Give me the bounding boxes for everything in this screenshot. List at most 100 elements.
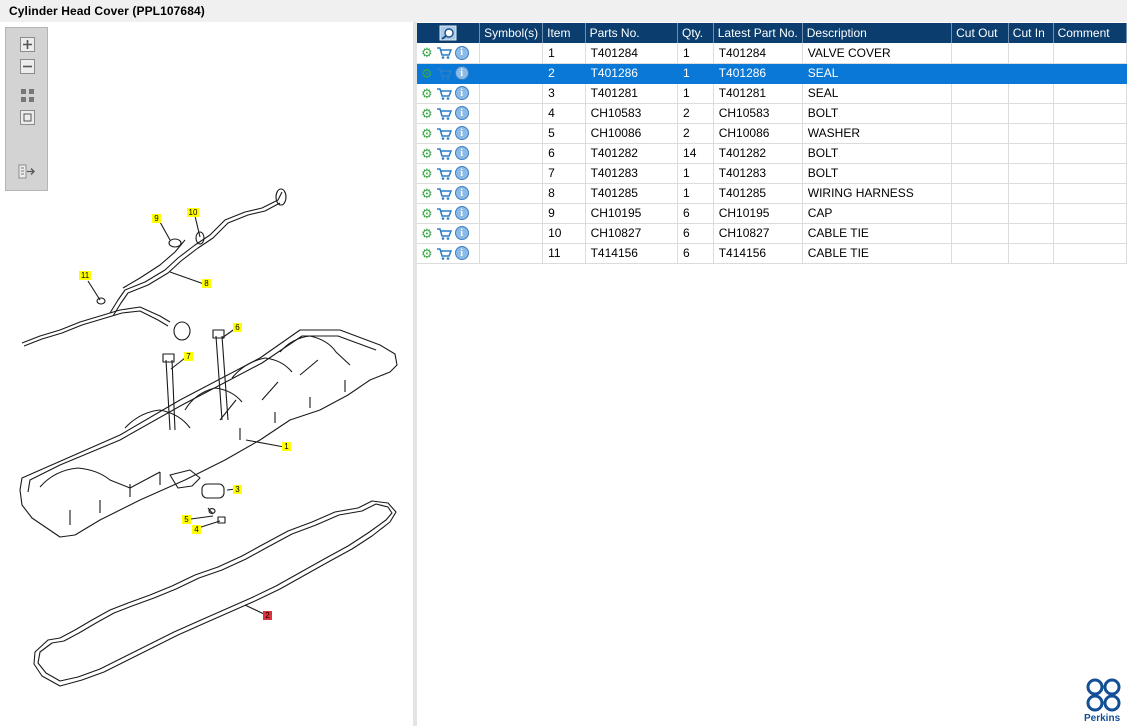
add-to-cart-icon[interactable] <box>436 127 452 140</box>
column-header-cut-in[interactable]: Cut In <box>1008 23 1054 43</box>
cell-latest-part-no: T401283 <box>713 163 803 184</box>
configure-gear-icon[interactable]: ⚙ <box>421 67 433 80</box>
table-row[interactable]: ⚙ i 10 CH10827 6 CH10827 CABLE TIE <box>417 223 1127 244</box>
configure-gear-icon[interactable]: ⚙ <box>421 127 433 140</box>
add-to-cart-icon[interactable] <box>436 67 452 80</box>
add-to-cart-icon[interactable] <box>436 147 452 160</box>
callout-9[interactable]: 9 <box>154 214 159 223</box>
export-button[interactable] <box>16 162 38 181</box>
cell-cut-in <box>1008 143 1054 164</box>
row-actions: ⚙ i <box>417 63 481 84</box>
info-icon[interactable]: i <box>454 106 469 120</box>
table-row[interactable]: ⚙ i 2 T401286 1 T401286 SEAL <box>417 63 1127 84</box>
callout-4[interactable]: 4 <box>194 525 199 534</box>
cell-cut-in <box>1008 183 1054 204</box>
configure-gear-icon[interactable]: ⚙ <box>421 207 433 220</box>
row-actions: ⚙ i <box>417 243 481 264</box>
callout-10[interactable]: 10 <box>189 208 198 217</box>
add-to-cart-icon[interactable] <box>436 227 452 240</box>
configure-gear-icon[interactable]: ⚙ <box>421 107 433 120</box>
zoom-out-button[interactable] <box>16 57 38 76</box>
exploded-diagram[interactable]: 1 2 3 4 5 6 7 8 9 10 11 <box>0 22 413 726</box>
row-actions: ⚙ i <box>417 163 481 184</box>
cell-cut-out <box>951 123 1009 144</box>
info-icon[interactable]: i <box>454 45 469 60</box>
callout-2[interactable]: 2 <box>265 611 270 620</box>
fit-all-button[interactable] <box>16 86 38 105</box>
callout-5[interactable]: 5 <box>184 515 189 524</box>
column-header-parts-no[interactable]: Parts No. <box>585 23 679 43</box>
cell-latest-part-no: CH10583 <box>713 103 803 124</box>
configure-gear-icon[interactable]: ⚙ <box>421 227 433 240</box>
row-actions: ⚙ i <box>417 223 481 244</box>
cell-cut-in <box>1008 123 1054 144</box>
cell-latest-part-no: T401285 <box>713 183 803 204</box>
table-row[interactable]: ⚙ i 6 T401282 14 T401282 BOLT <box>417 143 1127 164</box>
column-header-latest-part-no[interactable]: Latest Part No. <box>713 23 803 43</box>
configure-gear-icon[interactable]: ⚙ <box>421 167 433 180</box>
callout-8[interactable]: 8 <box>204 279 209 288</box>
table-row[interactable]: ⚙ i 11 T414156 6 T414156 CABLE TIE <box>417 243 1127 264</box>
cell-latest-part-no: T401282 <box>713 143 803 164</box>
info-icon[interactable]: i <box>454 66 469 80</box>
column-header-item[interactable]: Item <box>542 23 586 43</box>
callout-1[interactable]: 1 <box>284 442 289 451</box>
callout-11[interactable]: 11 <box>81 271 90 280</box>
column-header-qty[interactable]: Qty. <box>677 23 714 43</box>
cell-qty: 6 <box>677 223 714 244</box>
cell-comment <box>1053 43 1127 64</box>
table-row[interactable]: ⚙ i 9 CH10195 6 CH10195 CAP <box>417 203 1127 224</box>
callout-7[interactable]: 7 <box>186 352 191 361</box>
cell-parts-no: T401284 <box>585 43 679 64</box>
configure-gear-icon[interactable]: ⚙ <box>421 187 433 200</box>
add-to-cart-icon[interactable] <box>436 207 452 220</box>
configure-gear-icon[interactable]: ⚙ <box>421 147 433 160</box>
configure-gear-icon[interactable]: ⚙ <box>421 247 433 260</box>
table-row[interactable]: ⚙ i 4 CH10583 2 CH10583 BOLT <box>417 103 1127 124</box>
info-icon[interactable]: i <box>454 166 469 180</box>
cell-item: 7 <box>542 163 586 184</box>
table-row[interactable]: ⚙ i 3 T401281 1 T401281 SEAL <box>417 83 1127 104</box>
cell-description: SEAL <box>802 83 953 104</box>
cell-cut-out <box>951 203 1009 224</box>
info-icon[interactable]: i <box>454 246 469 260</box>
cell-item: 2 <box>542 63 586 84</box>
column-header-search[interactable] <box>417 23 481 43</box>
cell-symbols <box>479 43 544 64</box>
add-to-cart-icon[interactable] <box>436 46 452 60</box>
cell-latest-part-no: T401284 <box>713 43 803 64</box>
add-to-cart-icon[interactable] <box>436 247 452 260</box>
add-to-cart-icon[interactable] <box>436 107 452 120</box>
cell-latest-part-no: T401281 <box>713 83 803 104</box>
info-icon[interactable]: i <box>454 126 469 140</box>
cell-comment <box>1053 123 1127 144</box>
column-header-symbols[interactable]: Symbol(s) <box>479 23 544 43</box>
column-header-cut-out[interactable]: Cut Out <box>951 23 1009 43</box>
column-header-description[interactable]: Description <box>802 23 953 43</box>
add-to-cart-icon[interactable] <box>436 187 452 200</box>
table-row[interactable]: ⚙ i 7 T401283 1 T401283 BOLT <box>417 163 1127 184</box>
info-icon[interactable]: i <box>454 226 469 240</box>
table-row[interactable]: ⚙ i 5 CH10086 2 CH10086 WASHER <box>417 123 1127 144</box>
cell-parts-no: T401282 <box>585 143 679 164</box>
add-to-cart-icon[interactable] <box>436 167 452 180</box>
add-to-cart-icon[interactable] <box>436 87 452 100</box>
configure-gear-icon[interactable]: ⚙ <box>421 87 433 100</box>
table-row[interactable]: ⚙ i 1 T401284 1 T401284 VALVE COVER <box>417 43 1127 64</box>
actual-size-button[interactable] <box>16 108 38 127</box>
cell-cut-in <box>1008 223 1054 244</box>
title-bar: Cylinder Head Cover (PPL107684) <box>0 0 1127 22</box>
info-icon[interactable]: i <box>454 86 469 100</box>
info-icon[interactable]: i <box>454 206 469 220</box>
cell-comment <box>1053 163 1127 184</box>
cell-latest-part-no: CH10086 <box>713 123 803 144</box>
callout-3[interactable]: 3 <box>235 485 240 494</box>
table-row[interactable]: ⚙ i 8 T401285 1 T401285 WIRING HARNESS <box>417 183 1127 204</box>
info-icon[interactable]: i <box>454 146 469 160</box>
callout-6[interactable]: 6 <box>235 323 240 332</box>
configure-gear-icon[interactable]: ⚙ <box>421 46 433 59</box>
column-header-comment[interactable]: Comment <box>1053 23 1127 43</box>
cell-item: 8 <box>542 183 586 204</box>
zoom-in-button[interactable] <box>16 35 38 54</box>
info-icon[interactable]: i <box>454 186 469 200</box>
